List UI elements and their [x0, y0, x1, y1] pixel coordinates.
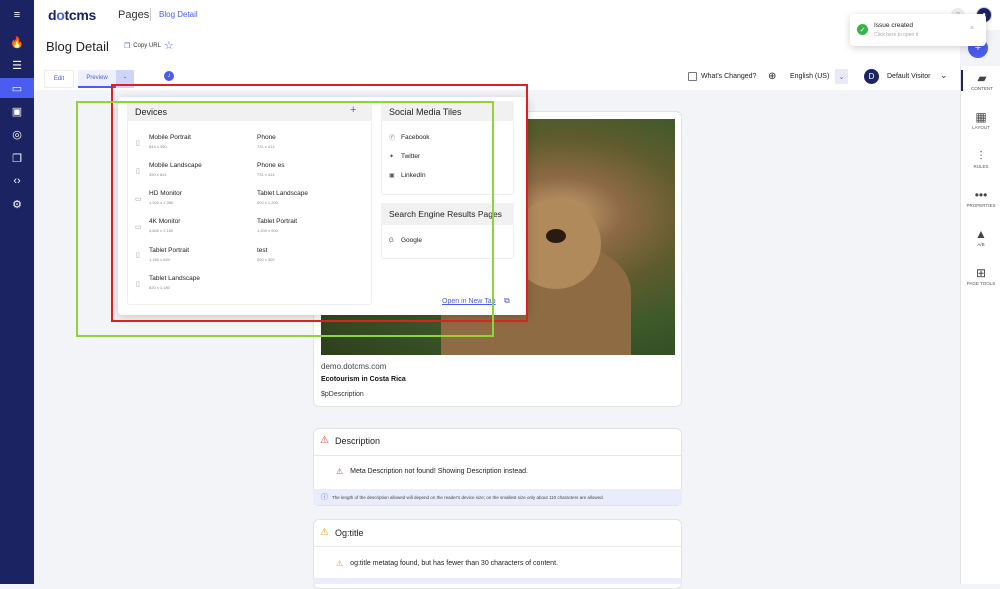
- breadcrumb-divider: [150, 8, 151, 21]
- toast-subtitle[interactable]: Click here to open it: [874, 32, 918, 38]
- panel-layout[interactable]: ▦ LAYOUT: [961, 109, 1000, 130]
- divider: [313, 455, 682, 456]
- whats-changed-checkbox[interactable]: What's Changed?: [688, 72, 756, 81]
- content-icon: ▰: [977, 71, 987, 85]
- sloth-eye-shape: [546, 229, 566, 243]
- fire-icon[interactable]: 🔥: [8, 33, 26, 51]
- whats-changed-label: What's Changed?: [701, 73, 757, 80]
- right-tool-panel: ▰ CONTENT ▦ LAYOUT ⫶ RULES ••• PROPERTIES ▲ A…: [960, 66, 1000, 584]
- folder-icon[interactable]: ▭: [0, 78, 34, 98]
- description-info: ⓘ The length of the description allowed w…: [313, 489, 682, 505]
- ab-flask-icon: ▲: [975, 227, 987, 241]
- close-icon[interactable]: ×: [970, 25, 974, 32]
- panel-label: A/B: [977, 242, 985, 247]
- tab-edit[interactable]: Edit: [44, 70, 74, 88]
- panel-label: PROPERTIES: [966, 203, 996, 208]
- breadcrumb-current: Blog Detail: [159, 10, 198, 19]
- warning-yellow-icon: ⚠: [336, 559, 344, 568]
- checkbox-icon: [688, 72, 697, 81]
- panel-label: CONTENT: [971, 86, 993, 91]
- warning-red-icon: ⚠: [320, 435, 329, 446]
- description-heading: ⚠ Description: [320, 435, 380, 446]
- og-title-heading: ⚠ Og:title: [320, 527, 363, 538]
- check-circle-icon: ✓: [857, 24, 868, 35]
- visitor-chevron-down-icon[interactable]: ⌄: [940, 70, 948, 81]
- description-info-text: The length of the description allowed wi…: [332, 494, 604, 500]
- panel-content[interactable]: ▰ CONTENT: [961, 70, 1000, 91]
- visitor-avatar: D: [864, 69, 879, 84]
- og-title-title: Og:title: [334, 527, 364, 538]
- copy-icon: ❐: [124, 43, 131, 50]
- preview-url: demo.dotcms.com: [321, 362, 387, 371]
- preview-title: Ecotourism in Costa Rica: [321, 376, 406, 383]
- properties-icon: •••: [974, 188, 988, 202]
- copy-url-label: Copy URL: [133, 43, 161, 49]
- panel-label: RULES: [973, 164, 989, 169]
- rules-icon: ⫶: [979, 149, 983, 163]
- og-title-message-text: og:title metatag found, but has fewer th…: [350, 560, 558, 567]
- notification-bell-icon[interactable]: ♪: [164, 71, 174, 81]
- page-tools-icon: ⊞: [975, 266, 987, 280]
- annotation-green-box: [76, 101, 494, 337]
- warning-yellow-icon: ⚠: [320, 527, 329, 538]
- info-icon: ⓘ: [321, 494, 328, 501]
- toast-title: Issue created: [874, 22, 914, 29]
- chevron-down-icon: ⌄: [838, 73, 845, 81]
- list-icon[interactable]: ☰: [8, 56, 26, 74]
- panel-label: LAYOUT: [972, 125, 990, 130]
- layout-icon: ▦: [975, 110, 987, 124]
- language-selector[interactable]: English (US): [790, 73, 829, 80]
- left-sidebar: ≡ 🔥 ☰ ▭ ▣ ◎ ❐ ‹› ⚙: [0, 0, 34, 584]
- code-icon[interactable]: ‹›: [8, 172, 26, 190]
- og-title-message: ⚠ og:title metatag found, but has fewer t…: [336, 559, 558, 568]
- chevron-up-icon: ⌃: [122, 76, 128, 83]
- panel-rules[interactable]: ⫶ RULES: [961, 148, 1000, 169]
- target-icon[interactable]: ◎: [8, 125, 26, 143]
- panel-properties[interactable]: ••• PROPERTIES: [961, 187, 1000, 208]
- description-title: Description: [334, 435, 380, 446]
- breadcrumb-pages[interactable]: Pages: [118, 9, 149, 21]
- globe-icon: ⊕: [768, 71, 777, 82]
- panel-ab[interactable]: ▲ A/B: [961, 226, 1000, 247]
- description-message: ⚠ Meta Description not found! Showing Des…: [336, 467, 528, 476]
- copy-url-button[interactable]: ❐ Copy URL: [124, 42, 161, 50]
- dotcms-logo[interactable]: dotcms: [48, 7, 96, 23]
- page-title: Blog Detail: [46, 39, 109, 54]
- preview-description: $pDescription: [321, 391, 364, 398]
- og-info-strip: [313, 578, 682, 584]
- favorite-star-icon[interactable]: ☆: [164, 39, 174, 52]
- visitor-selector[interactable]: Default Visitor: [887, 73, 930, 80]
- panel-page-tools[interactable]: ⊞ PAGE TOOLS: [961, 265, 1000, 286]
- copy-icon[interactable]: ❐: [8, 149, 26, 167]
- language-dropdown-button[interactable]: ⌄: [835, 69, 848, 84]
- description-message-text: Meta Description not found! Showing Desc…: [350, 468, 528, 475]
- title-bar: Blog Detail ❐ Copy URL ☆: [34, 30, 960, 66]
- issue-created-toast[interactable]: ✓ Issue created Click here to open it ×: [850, 14, 986, 46]
- image-icon[interactable]: ▣: [8, 102, 26, 120]
- panel-label: PAGE TOOLS: [966, 281, 996, 286]
- divider: [313, 546, 682, 547]
- warning-red-icon: ⚠: [336, 467, 344, 476]
- gear-icon[interactable]: ⚙: [8, 195, 26, 213]
- menu-icon[interactable]: ≡: [8, 6, 26, 24]
